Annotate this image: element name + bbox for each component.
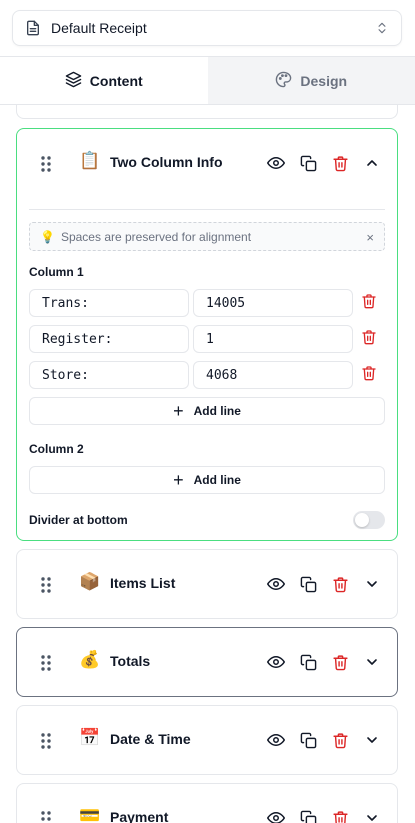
delete-trash-icon[interactable] [330, 574, 350, 594]
block-title: Totals [110, 653, 151, 669]
drag-handle-icon[interactable] [41, 655, 51, 676]
delete-trash-icon[interactable] [330, 652, 350, 672]
hint-text: Spaces are preserved for alignment [60, 229, 252, 244]
line-value-input[interactable]: 14005 [193, 289, 353, 317]
clipboard-icon: 📋 [79, 151, 101, 170]
chevron-down-icon[interactable] [362, 808, 382, 823]
palette-icon [275, 71, 292, 91]
line-label-input[interactable]: Trans: [29, 289, 189, 317]
plus-icon: + [173, 470, 184, 490]
block-header[interactable]: 📅 Date & Time [17, 706, 397, 774]
alignment-hint: 💡 Spaces are preserved for alignment × [29, 222, 385, 251]
drag-handle-icon[interactable] [41, 811, 51, 823]
line-value-input[interactable]: 1 [193, 325, 353, 353]
layers-icon [65, 71, 82, 91]
drag-handle-icon[interactable] [41, 577, 51, 598]
drag-handle-icon[interactable] [41, 156, 51, 177]
duplicate-icon[interactable] [298, 730, 318, 750]
document-icon [25, 20, 41, 36]
block-card-two-column-info: 📋 Two Column Info 💡 Spaces are preserved… [16, 128, 398, 541]
duplicate-icon[interactable] [298, 652, 318, 672]
divider-toggle-row: Divider at bottom [29, 510, 385, 530]
close-icon[interactable]: × [366, 230, 374, 245]
block-card-date-time: 📅 Date & Time [16, 705, 398, 775]
tab-content-label: Content [89, 72, 143, 89]
plus-icon: + [173, 401, 184, 421]
block-title: Two Column Info [110, 154, 223, 170]
block-header[interactable]: 📋 Two Column Info [17, 129, 397, 197]
column1-row: Register: 1 [29, 325, 385, 353]
divider-toggle-switch[interactable] [353, 511, 385, 529]
delete-trash-icon[interactable] [330, 153, 350, 173]
chevron-up-icon[interactable] [362, 153, 382, 173]
visibility-eye-icon[interactable] [266, 652, 286, 672]
add-line-label: Add line [193, 473, 241, 487]
visibility-eye-icon[interactable] [266, 574, 286, 594]
block-card-totals: 💰 Totals [16, 627, 398, 697]
receipt-template-value: Default Receipt [51, 20, 147, 36]
calendar-icon: 📅 [79, 728, 101, 747]
line-label-input[interactable]: Register: [29, 325, 189, 353]
visibility-eye-icon[interactable] [266, 808, 286, 823]
toggle-knob [355, 513, 369, 527]
visibility-eye-icon[interactable] [266, 153, 286, 173]
block-title: Date & Time [110, 731, 191, 747]
divider-line [29, 209, 385, 210]
previous-block-card [16, 105, 398, 119]
add-line-button-column1[interactable]: + Add line [29, 397, 385, 425]
chevron-up-down-icon [375, 20, 389, 36]
divider-at-bottom-label: Divider at bottom [29, 513, 128, 527]
lightbulb-icon: 💡 [40, 229, 55, 244]
block-card-payment: 💳 Payment [16, 783, 398, 823]
duplicate-icon[interactable] [298, 574, 318, 594]
block-header[interactable]: 💰 Totals [17, 628, 397, 696]
delete-trash-icon[interactable] [330, 808, 350, 823]
chevron-down-icon[interactable] [362, 730, 382, 750]
delete-line-trash-icon[interactable] [361, 293, 377, 314]
tab-design-label: Design [300, 72, 348, 89]
tab-content[interactable]: Content [0, 57, 208, 104]
column2-label: Column 2 [29, 442, 84, 456]
duplicate-icon[interactable] [298, 808, 318, 823]
duplicate-icon[interactable] [298, 153, 318, 173]
tab-design[interactable]: Design [207, 57, 415, 104]
blocks-list[interactable]: 📋 Two Column Info 💡 Spaces are preserved… [0, 105, 415, 823]
block-header[interactable]: 📦 Items List [17, 550, 397, 618]
add-line-label: Add line [193, 404, 241, 418]
receipt-template-select[interactable]: Default Receipt [12, 10, 402, 46]
line-label-input[interactable]: Store: [29, 361, 189, 389]
block-title: Payment [110, 809, 169, 823]
column1-label: Column 1 [29, 265, 84, 279]
delete-line-trash-icon[interactable] [361, 329, 377, 350]
block-title: Items List [110, 575, 176, 591]
column1-row: Store: 4068 [29, 361, 385, 389]
visibility-eye-icon[interactable] [266, 730, 286, 750]
delete-trash-icon[interactable] [330, 730, 350, 750]
credit-card-icon: 💳 [79, 806, 101, 823]
chevron-down-icon[interactable] [362, 574, 382, 594]
chevron-down-icon[interactable] [362, 652, 382, 672]
delete-line-trash-icon[interactable] [361, 365, 377, 386]
column1-row: Trans: 14005 [29, 289, 385, 317]
money-bag-icon: 💰 [79, 650, 101, 669]
add-line-button-column2[interactable]: + Add line [29, 466, 385, 494]
block-header[interactable]: 💳 Payment [17, 784, 397, 823]
drag-handle-icon[interactable] [41, 733, 51, 754]
line-value-input[interactable]: 4068 [193, 361, 353, 389]
package-icon: 📦 [79, 572, 101, 591]
editor-tabs: Content Design [0, 56, 415, 105]
block-card-items-list: 📦 Items List [16, 549, 398, 619]
